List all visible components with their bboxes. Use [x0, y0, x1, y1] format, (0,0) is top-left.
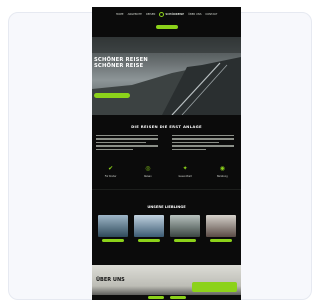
destination-button[interactable] [138, 239, 160, 242]
feature-row: ✔ Für Kinder ◎ Reisen ✦ Gesundheit ◉ Ber… [92, 165, 241, 178]
text-column-right [172, 135, 234, 152]
nav-item[interactable]: ÜBER UNS [188, 13, 201, 16]
nav-cta-button[interactable] [156, 25, 178, 29]
section-title: DIE REISEN DIE ERST ANLAGE [131, 124, 202, 129]
website-preview[interactable]: HOME ANGEBOTE REISEN SCHÖNREISE ÜBER UNS… [92, 7, 241, 300]
destination-card[interactable] [170, 215, 200, 242]
star-icon: ✦ [182, 165, 188, 172]
destination-card[interactable] [206, 215, 236, 242]
feature-label: Für Kinder [104, 175, 117, 178]
bottom-button[interactable] [147, 296, 164, 299]
logo-text: SCHÖNREISE [165, 12, 185, 16]
chat-widget-button[interactable] [192, 282, 237, 292]
text-column-left [96, 135, 158, 152]
footer-title: ÜBER UNS [96, 277, 125, 283]
feature-item: ◎ Reisen [133, 165, 163, 178]
check-icon: ✔ [108, 165, 114, 172]
bottom-button[interactable] [169, 296, 186, 299]
top-nav: HOME ANGEBOTE REISEN SCHÖNREISE ÜBER UNS… [92, 9, 241, 19]
feature-item: ✔ Für Kinder [96, 165, 126, 178]
destinations-title: UNSERE LIEBLINGE [147, 205, 186, 209]
hero-image [92, 37, 241, 115]
destination-image [134, 215, 164, 237]
destination-image [206, 215, 236, 237]
nav-item[interactable]: KONTAKT [206, 13, 218, 16]
hero-cta-button[interactable] [94, 93, 130, 98]
site-logo[interactable]: SCHÖNREISE [159, 11, 185, 17]
destination-button[interactable] [174, 239, 196, 242]
destination-card[interactable] [98, 215, 128, 242]
logo-icon [159, 11, 165, 17]
bottom-bar [92, 295, 241, 300]
feature-item: ◉ Beratung [207, 165, 237, 178]
destination-image [170, 215, 200, 237]
nav-item[interactable]: REISEN [146, 13, 155, 16]
destinations-row [98, 215, 236, 242]
feature-label: Beratung [217, 175, 228, 178]
section-divider [92, 189, 241, 190]
destination-button[interactable] [210, 239, 232, 242]
hero-title: SCHÖNER REISEN SCHÖNER REISE [94, 57, 148, 69]
destination-card[interactable] [134, 215, 164, 242]
nav-item[interactable]: HOME [116, 13, 124, 16]
destination-image [98, 215, 128, 237]
nav-item[interactable]: ANGEBOTE [128, 13, 142, 16]
feature-item: ✦ Gesundheit [170, 165, 200, 178]
globe-icon: ◎ [145, 165, 151, 172]
hero-section: SCHÖNER REISEN SCHÖNER REISE [92, 37, 241, 115]
destination-button[interactable] [102, 239, 124, 242]
feature-label: Reisen [144, 175, 152, 178]
feature-label: Gesundheit [178, 175, 192, 178]
location-icon: ◉ [219, 165, 225, 172]
